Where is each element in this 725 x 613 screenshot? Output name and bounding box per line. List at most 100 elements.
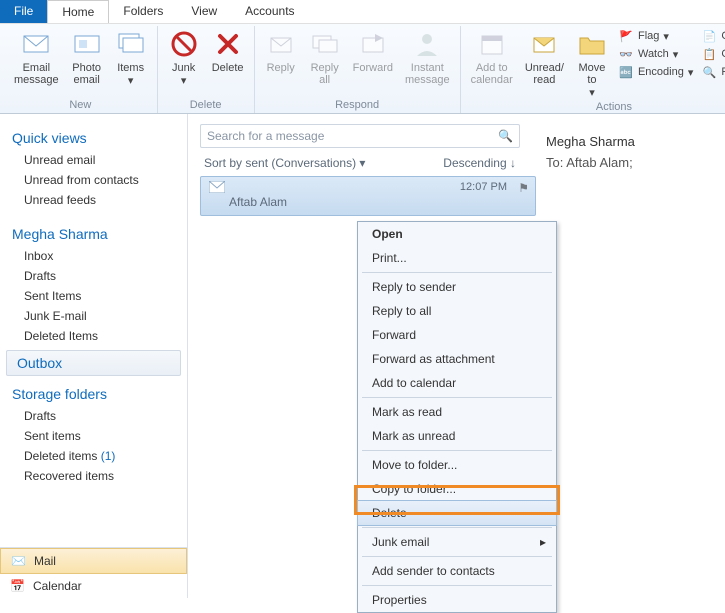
email-icon	[20, 28, 52, 60]
forward-button[interactable]: Forward	[347, 26, 399, 88]
label: Photo email	[72, 62, 101, 86]
label: Junk▾	[172, 62, 195, 87]
storage-heading[interactable]: Storage folders	[0, 380, 187, 406]
group-label: Respond	[335, 99, 379, 113]
junk-button[interactable]: Junk▾	[162, 26, 206, 89]
calendar-icon: 📅	[10, 579, 25, 593]
envelope-icon	[209, 181, 225, 193]
forward-icon	[357, 28, 389, 60]
group-label: Actions	[596, 101, 632, 115]
label: Instant message	[405, 62, 450, 86]
ctx-print[interactable]: Print...	[358, 246, 556, 270]
copy-icon: 📋	[701, 46, 717, 62]
message-item[interactable]: 12:07 PM ⚑ Aftab Alam	[200, 176, 536, 216]
encoding-icon: 🔤	[618, 64, 634, 80]
message-sender: Aftab Alam	[209, 195, 527, 209]
sidebar-item-unread-contacts[interactable]: Unread from contacts	[0, 170, 187, 190]
folder-icon	[576, 28, 608, 60]
watch-button[interactable]: 👓Watch ▾	[618, 46, 693, 62]
mail-icon: ✉️	[11, 554, 26, 568]
label: Unread/ read	[525, 62, 564, 86]
tab-view[interactable]: View	[177, 0, 231, 23]
ctx-reply-sender[interactable]: Reply to sender	[358, 275, 556, 299]
instant-message-button[interactable]: Instant message	[399, 26, 456, 88]
move-to-button[interactable]: Move to▾	[570, 26, 614, 101]
sidebar-item-inbox[interactable]: Inbox	[0, 246, 187, 266]
search-input[interactable]: Search for a message 🔍	[200, 124, 520, 148]
flag-button[interactable]: 🚩Flag ▾	[618, 28, 693, 44]
group-label: New	[69, 99, 91, 113]
separator	[362, 556, 552, 557]
ctx-junk-email[interactable]: Junk email▸	[358, 530, 556, 554]
new-items-button[interactable]: Items▾	[109, 26, 153, 89]
copy-button[interactable]: 📋Copy	[701, 46, 725, 62]
photo-email-button[interactable]: Photo email	[65, 26, 109, 89]
sidebar-item-unread-feeds[interactable]: Unread feeds	[0, 190, 187, 210]
message-time: 12:07 PM	[460, 181, 507, 193]
label: Items▾	[117, 62, 144, 87]
search-icon[interactable]: 🔍	[498, 129, 513, 143]
unread-read-button[interactable]: Unread/ read	[519, 26, 570, 101]
nav-calendar[interactable]: 📅Calendar	[0, 574, 187, 598]
sort-order[interactable]: Descending ↓	[443, 156, 516, 170]
tab-file[interactable]: File	[0, 0, 47, 23]
label: Move to▾	[579, 62, 606, 99]
new-email-button[interactable]: Email message	[8, 26, 65, 89]
ctx-open[interactable]: Open	[358, 222, 556, 246]
ctx-add-sender[interactable]: Add sender to contacts	[358, 559, 556, 583]
outbox-heading[interactable]: Outbox	[6, 350, 181, 376]
ctx-properties[interactable]: Properties	[358, 588, 556, 612]
add-calendar-button[interactable]: Add to calendar	[465, 26, 519, 101]
ctx-reply-all[interactable]: Reply to all	[358, 299, 556, 323]
unread-icon	[528, 28, 560, 60]
items-icon	[115, 28, 147, 60]
encoding-button[interactable]: 🔤Encoding ▾	[618, 64, 693, 80]
find-button[interactable]: 🔍Find ▾	[701, 64, 725, 80]
sidebar-item-storage-recovered[interactable]: Recovered items	[0, 466, 187, 486]
ctx-add-calendar[interactable]: Add to calendar	[358, 371, 556, 395]
ctx-mark-read[interactable]: Mark as read	[358, 400, 556, 424]
copy-to-button[interactable]: 📄Copy to	[701, 28, 725, 44]
reading-from: Megha Sharma	[546, 134, 713, 149]
delete-button[interactable]: Delete	[206, 26, 250, 89]
bottom-nav: ✉️Mail 📅Calendar	[0, 547, 187, 598]
ctx-delete[interactable]: Delete	[357, 500, 557, 526]
tab-home[interactable]: Home	[47, 0, 109, 23]
reply-all-icon	[309, 28, 341, 60]
ctx-copy-folder[interactable]: Copy to folder...	[358, 477, 556, 501]
sidebar-item-storage-drafts[interactable]: Drafts	[0, 406, 187, 426]
reply-button[interactable]: Reply	[259, 26, 303, 88]
ctx-move-folder[interactable]: Move to folder...	[358, 453, 556, 477]
reply-all-button[interactable]: Reply all	[303, 26, 347, 88]
reading-pane: Megha Sharma To: Aftab Alam;	[534, 114, 725, 598]
sidebar-item-deleted[interactable]: Deleted Items	[0, 326, 187, 346]
sidebar-item-sent[interactable]: Sent Items	[0, 286, 187, 306]
search-placeholder: Search for a message	[207, 129, 324, 143]
junk-icon	[168, 28, 200, 60]
ctx-mark-unread[interactable]: Mark as unread	[358, 424, 556, 448]
sort-by[interactable]: Sort by sent (Conversations) ▾	[204, 156, 365, 170]
delete-icon	[212, 28, 244, 60]
separator	[362, 397, 552, 398]
reading-to: To: Aftab Alam;	[546, 155, 713, 170]
ctx-forward-attachment[interactable]: Forward as attachment	[358, 347, 556, 371]
account-heading[interactable]: Megha Sharma	[0, 220, 187, 246]
tab-folders[interactable]: Folders	[109, 0, 177, 23]
quick-views-heading[interactable]: Quick views	[0, 124, 187, 150]
find-icon: 🔍	[701, 64, 717, 80]
sidebar-item-drafts[interactable]: Drafts	[0, 266, 187, 286]
tab-accounts[interactable]: Accounts	[231, 0, 308, 23]
flag-icon[interactable]: ⚑	[518, 181, 529, 195]
separator	[362, 450, 552, 451]
sidebar-item-storage-sent[interactable]: Sent items	[0, 426, 187, 446]
sidebar-item-storage-deleted[interactable]: Deleted items (1)	[0, 446, 187, 466]
ribbon: Email message Photo email Items▾ New Jun…	[0, 24, 725, 114]
sidebar-item-unread-email[interactable]: Unread email	[0, 150, 187, 170]
label: Email message	[14, 62, 59, 86]
chevron-right-icon: ▸	[540, 535, 546, 549]
sidebar-item-junk[interactable]: Junk E-mail	[0, 306, 187, 326]
ctx-forward[interactable]: Forward	[358, 323, 556, 347]
nav-mail[interactable]: ✉️Mail	[0, 548, 187, 574]
separator	[362, 585, 552, 586]
group-label: Delete	[190, 99, 222, 113]
